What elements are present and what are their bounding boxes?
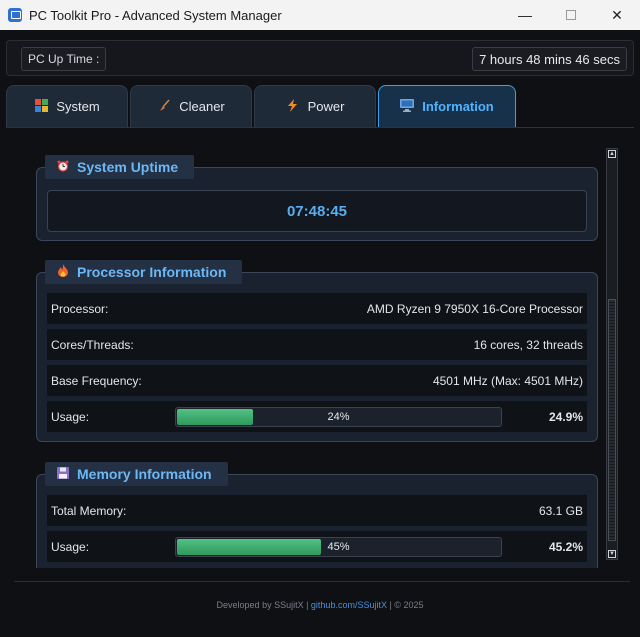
uptime-label: PC Up Time :	[21, 47, 107, 71]
maximize-button[interactable]	[548, 0, 594, 30]
uptime-value: 7 hours 48 mins 46 secs	[472, 47, 627, 71]
memory-usage-progress-bar: 45%	[175, 537, 502, 557]
footer: Developed by SSujitX | github.com/SSujit…	[0, 600, 640, 610]
broom-icon	[157, 99, 171, 115]
scrollbar-thumb[interactable]	[608, 299, 616, 541]
tab-cleaner[interactable]: Cleaner	[130, 85, 252, 127]
scroll-down-arrow-icon[interactable]: ▼	[608, 550, 616, 558]
row-value: AMD Ryzen 9 7950X 16-Core Processor	[366, 301, 583, 316]
row-label: Processor:	[51, 301, 109, 316]
memory-group: Memory Information Total Memory: 63.1 GB…	[36, 462, 598, 568]
alarm-clock-icon	[57, 160, 69, 175]
info-row-processor: Processor: AMD Ryzen 9 7950X 16-Core Pro…	[47, 293, 587, 324]
system-icon	[34, 98, 48, 115]
footer-suffix: | © 2025	[386, 600, 424, 610]
info-row-cpu-usage: Usage: 24% 24.9%	[47, 401, 587, 432]
information-panel: System Uptime 07:48:45 Processor Informa…	[6, 127, 634, 573]
fire-icon	[57, 264, 69, 280]
uptime-bar: PC Up Time : 7 hours 48 mins 46 secs	[6, 40, 634, 76]
window-titlebar: PC Toolkit Pro - Advanced System Manager…	[0, 0, 640, 30]
memory-usage-value: 45.2%	[548, 539, 583, 554]
close-button[interactable]: ✕	[594, 0, 640, 30]
processor-title: Processor Information	[77, 264, 227, 280]
vertical-scrollbar[interactable]: ▲ ▼	[606, 148, 618, 560]
tab-power[interactable]: Power	[254, 85, 376, 127]
info-row-memory-usage: Usage: 45% 45.2%	[47, 531, 587, 562]
floppy-disk-icon	[57, 466, 69, 482]
tab-label: Cleaner	[179, 99, 225, 114]
tab-label: Information	[422, 99, 494, 114]
info-row-total-memory: Total Memory: 63.1 GB	[47, 495, 587, 526]
group-title: Processor Information	[45, 260, 243, 284]
row-label: Cores/Threads:	[51, 337, 134, 352]
github-link[interactable]: github.com/SSujitX	[311, 600, 387, 610]
tab-label: System	[56, 99, 100, 114]
scroll-up-arrow-icon[interactable]: ▲	[608, 150, 616, 158]
tab-system[interactable]: System	[6, 85, 128, 127]
progress-text: 45%	[327, 541, 350, 553]
info-row-cores: Cores/Threads: 16 cores, 32 threads	[47, 329, 587, 360]
window-controls: — ✕	[502, 0, 640, 30]
tab-bar: System Cleaner Power Information	[6, 85, 518, 127]
row-label: Base Frequency:	[51, 373, 142, 388]
system-uptime-title: System Uptime	[77, 159, 179, 175]
group-title: System Uptime	[45, 155, 195, 179]
row-value: 63.1 GB	[538, 503, 583, 518]
footer-prefix: Developed by SSujitX |	[216, 600, 311, 610]
cpu-usage-value: 24.9%	[548, 409, 583, 424]
monitor-icon	[400, 98, 415, 115]
processor-group: Processor Information Processor: AMD Ryz…	[36, 260, 598, 442]
memory-title: Memory Information	[77, 466, 212, 482]
uptime-clock: 07:48:45	[47, 190, 587, 232]
group-title: Memory Information	[45, 462, 228, 486]
info-row-frequency: Base Frequency: 4501 MHz (Max: 4501 MHz)	[47, 365, 587, 396]
lightning-icon	[286, 98, 300, 115]
minimize-button[interactable]: —	[502, 0, 548, 30]
tab-information[interactable]: Information	[378, 85, 516, 127]
row-value: 16 cores, 32 threads	[473, 337, 583, 352]
app-icon	[8, 8, 22, 22]
footer-divider	[14, 581, 630, 582]
window-title: PC Toolkit Pro - Advanced System Manager	[29, 7, 282, 23]
maximize-icon	[566, 10, 576, 20]
row-label: Usage:	[51, 539, 90, 554]
system-uptime-group: System Uptime 07:48:45	[36, 155, 598, 241]
tab-label: Power	[307, 99, 345, 114]
row-label: Usage:	[51, 409, 90, 424]
row-value: 4501 MHz (Max: 4501 MHz)	[432, 373, 583, 388]
row-label: Total Memory:	[51, 503, 127, 518]
scroll-area[interactable]: System Uptime 07:48:45 Processor Informa…	[6, 128, 604, 568]
progress-text: 24%	[327, 411, 350, 423]
cpu-usage-progress-bar: 24%	[175, 407, 502, 427]
